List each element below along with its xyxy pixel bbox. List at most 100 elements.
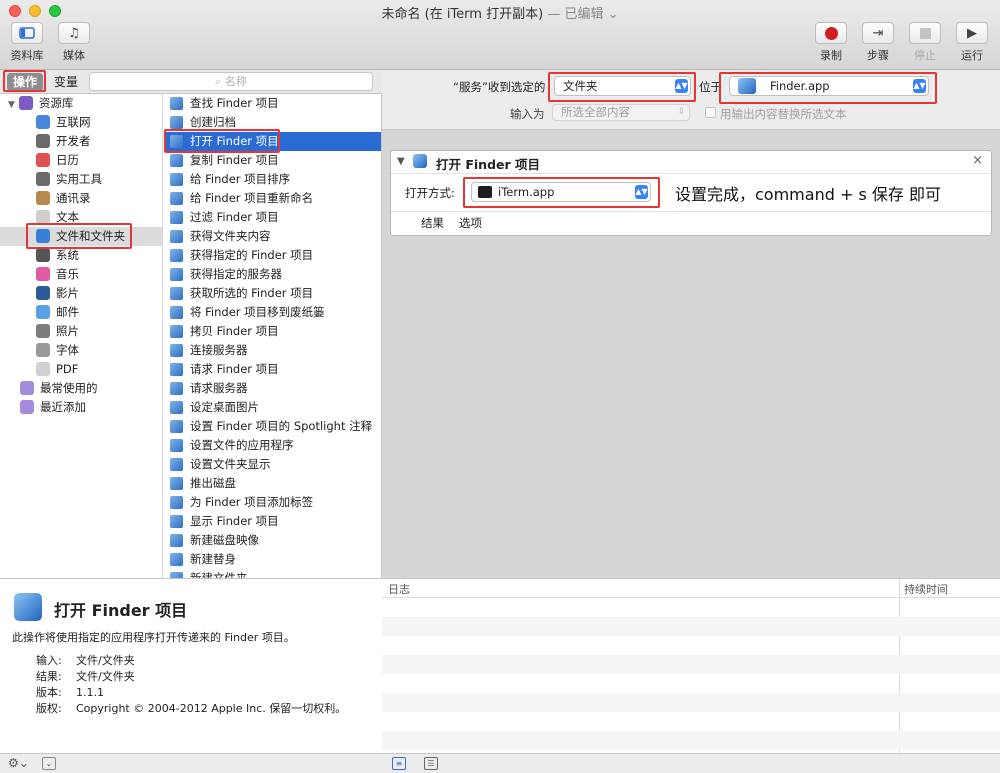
action-item-label: 显示 Finder 项目 [190, 514, 279, 528]
record-toolbar-button[interactable]: 录制 [809, 22, 853, 63]
chevron-down-icon[interactable]: ⌄ [608, 7, 619, 22]
service-label: “服务”收到选定的 [453, 80, 546, 94]
card-tab-results[interactable]: 结果 [421, 215, 444, 231]
split-view-icon[interactable]: ☰ [424, 757, 438, 770]
wrench-icon [36, 172, 50, 186]
action-item-label: 设置 Finder 项目的 Spotlight 注释 [190, 419, 373, 433]
action-item[interactable]: 新建文件夹 [164, 569, 381, 578]
gear-icon[interactable]: ⚙⌄ [8, 756, 29, 770]
open-with-label: 打开方式: [405, 186, 455, 200]
font-icon [36, 343, 50, 357]
library-item[interactable]: 开发者 [0, 132, 162, 151]
finder-icon [170, 325, 183, 338]
action-item[interactable]: 复制 Finder 项目 [164, 151, 381, 170]
library-item[interactable]: 照片 [0, 322, 162, 341]
action-item[interactable]: 显示 Finder 项目 [164, 512, 381, 531]
library-list: ▼ 资源库 互联网 开发者 日历 实用工具 通讯录 文本 文件和文件夹 系统 音乐 影片 邮件 照片 字体 P… [0, 94, 163, 578]
library-toolbar-button[interactable]: 资料库 [5, 22, 49, 63]
action-item[interactable]: 设置 Finder 项目的 Spotlight 注释 [164, 417, 381, 436]
library-item[interactable]: 实用工具 [0, 170, 162, 189]
search-input[interactable]: ⌕ 名称 [89, 72, 373, 91]
close-icon[interactable]: × [972, 153, 983, 168]
toolbar: 未命名 (在 iTerm 打开副本) — 已编辑 ⌄ 资料库 ♫ 媒体 录制 ⇥… [0, 0, 1000, 70]
library-item[interactable]: 最常使用的 [0, 379, 162, 398]
action-item-label: 给 Finder 项目排序 [190, 172, 291, 186]
action-item[interactable]: 请求 Finder 项目 [164, 360, 381, 379]
step-toolbar-label: 步骤 [867, 49, 889, 62]
search-icon: ⌕ [215, 75, 222, 88]
library-item-label: 照片 [56, 324, 79, 338]
finder-icon [170, 515, 183, 528]
card-tab-options[interactable]: 选项 [459, 215, 482, 231]
divider [391, 211, 991, 212]
action-item[interactable]: 设置文件的应用程序 [164, 436, 381, 455]
action-item[interactable]: 新建磁盘映像 [164, 531, 381, 550]
action-item-label: 获取所选的 Finder 项目 [190, 286, 314, 300]
library-item[interactable]: 影片 [0, 284, 162, 303]
highlight-box [463, 177, 660, 208]
library-item[interactable]: 互联网 [0, 113, 162, 132]
library-item[interactable]: 音乐 [0, 265, 162, 284]
field-value: Copyright © 2004-2012 Apple Inc. 保留一切权利。 [76, 702, 347, 715]
library-item-label: 邮件 [56, 305, 79, 319]
library-item-label: 最近添加 [40, 400, 86, 414]
description-field: 结果: 文件/文件夹 [36, 668, 135, 684]
library-item[interactable]: PDF [0, 360, 162, 379]
library-item[interactable]: 通讯录 [0, 189, 162, 208]
library-item-label: PDF [56, 362, 79, 376]
action-item[interactable]: 新建替身 [164, 550, 381, 569]
action-item[interactable]: 给 Finder 项目重新命名 [164, 189, 381, 208]
action-card: ▼ 打开 Finder 项目 × 打开方式: iTerm.app ▲▼ 设置完成，… [390, 150, 992, 236]
field-value: 文件/文件夹 [76, 654, 135, 667]
field-value: 1.1.1 [76, 686, 104, 699]
action-item[interactable]: 拷贝 Finder 项目 [164, 322, 381, 341]
stop-icon [909, 22, 941, 44]
library-item[interactable]: 最近添加 [0, 398, 162, 417]
action-item[interactable]: 获取所选的 Finder 项目 [164, 284, 381, 303]
finder-icon [170, 192, 183, 205]
library-item-label: 音乐 [56, 267, 79, 281]
action-item[interactable]: 获得文件夹内容 [164, 227, 381, 246]
run-toolbar-button[interactable]: ▶ 运行 [950, 22, 994, 63]
library-item-label: 影片 [56, 286, 79, 300]
log-column-header[interactable]: 日志 [388, 581, 410, 597]
window-edited-status: — 已编辑 [547, 7, 604, 22]
input-type-select[interactable]: 所选全部内容 ⇕ [552, 104, 690, 121]
stop-toolbar-button[interactable]: 停止 [903, 22, 947, 63]
action-item[interactable]: 请求服务器 [164, 379, 381, 398]
list-view-icon[interactable]: ≡ [392, 757, 406, 770]
action-item[interactable]: 将 Finder 项目移到废纸篓 [164, 303, 381, 322]
contacts-icon [36, 191, 50, 205]
action-item[interactable]: 设定桌面图片 [164, 398, 381, 417]
chevron-down-icon[interactable]: ⌄ [42, 757, 56, 770]
media-toolbar-button[interactable]: ♫ 媒体 [52, 22, 96, 63]
log-header: 日志 持续时间 [382, 579, 1000, 754]
tab-variables[interactable]: 变量 [48, 73, 84, 91]
library-item-label: 实用工具 [56, 172, 102, 186]
action-item-label: 获得指定的 Finder 项目 [190, 248, 314, 262]
library-item[interactable]: 日历 [0, 151, 162, 170]
replace-text-checkbox[interactable] [705, 107, 716, 118]
action-item[interactable]: 获得指定的服务器 [164, 265, 381, 284]
library-item[interactable]: ▼ 资源库 [0, 94, 162, 113]
action-item[interactable]: 过滤 Finder 项目 [164, 208, 381, 227]
action-item[interactable]: 设置文件夹显示 [164, 455, 381, 474]
library-item[interactable]: 邮件 [0, 303, 162, 322]
duration-column-header[interactable]: 持续时间 [904, 581, 948, 597]
action-description-panel: 打开 Finder 项目 此操作将使用指定的应用程序打开传递来的 Finder … [0, 578, 382, 753]
library-item-label: 开发者 [56, 134, 91, 148]
action-item[interactable]: 连接服务器 [164, 341, 381, 360]
replace-text-label: 用输出内容替换所选文本 [720, 107, 847, 121]
disclosure-triangle-icon[interactable]: ▼ [397, 156, 405, 167]
action-item-label: 设置文件夹显示 [190, 457, 271, 471]
field-key: 结果: [36, 670, 62, 683]
action-item[interactable]: 推出磁盘 [164, 474, 381, 493]
action-item[interactable]: 给 Finder 项目排序 [164, 170, 381, 189]
action-item[interactable]: 查找 Finder 项目 [164, 94, 381, 113]
disclosure-triangle-icon[interactable]: ▼ [8, 100, 15, 110]
action-item[interactable]: 获得指定的 Finder 项目 [164, 246, 381, 265]
step-toolbar-button[interactable]: ⇥ 步骤 [856, 22, 900, 63]
action-card-title: 打开 Finder 项目 [436, 157, 541, 172]
action-item[interactable]: 为 Finder 项目添加标签 [164, 493, 381, 512]
library-item[interactable]: 字体 [0, 341, 162, 360]
